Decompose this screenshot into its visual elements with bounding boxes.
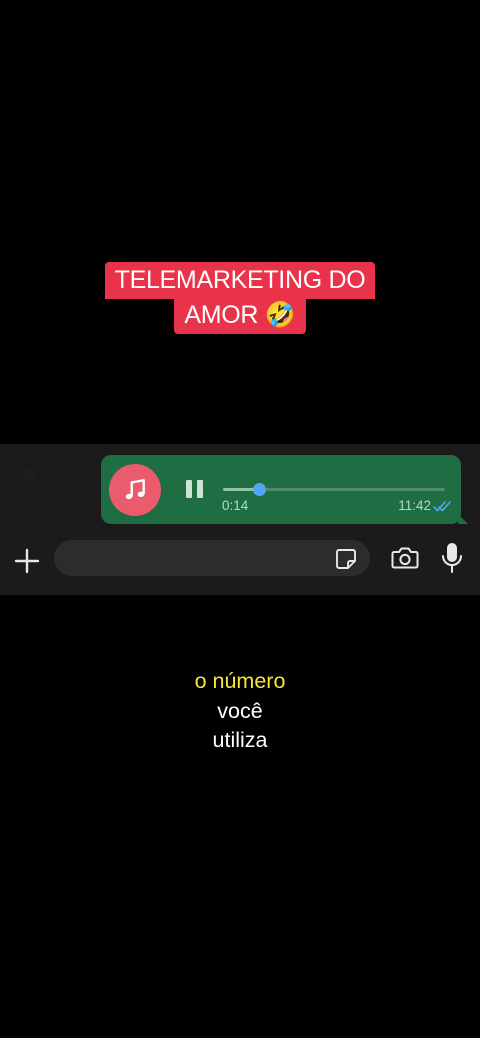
read-receipt-icon xyxy=(433,501,451,512)
subtitle-line-2: você xyxy=(217,698,263,723)
audio-scrubber-handle[interactable] xyxy=(252,483,266,496)
caption-row-1: TELEMARKETING DO xyxy=(0,262,480,299)
audio-duration: 0:14 xyxy=(222,498,249,513)
caption-row-2: AMOR 🤣 xyxy=(0,297,480,334)
message-input-bar xyxy=(0,536,480,595)
camera-icon[interactable] xyxy=(391,545,419,571)
audio-file-avatar xyxy=(109,464,161,516)
chat-screenshot: 0:14 11:42 xyxy=(0,444,480,595)
bubble-tail xyxy=(458,514,468,524)
voice-message-bubble[interactable]: 0:14 11:42 xyxy=(101,455,468,524)
microphone-icon[interactable] xyxy=(440,541,464,575)
video-subtitles: o número você utiliza xyxy=(0,667,480,756)
subtitle-line-3: utiliza xyxy=(212,728,268,752)
caption-line-2: AMOR 🤣 xyxy=(174,297,306,334)
pause-button[interactable] xyxy=(183,480,207,500)
audio-progress-track[interactable] xyxy=(223,483,445,496)
plus-icon[interactable] xyxy=(14,548,40,574)
message-input[interactable] xyxy=(54,540,370,576)
video-caption: TELEMARKETING DO AMOR 🤣 xyxy=(0,262,480,334)
pause-icon-bar-left xyxy=(186,480,192,498)
caption-line-1: TELEMARKETING DO xyxy=(104,262,376,299)
music-note-icon xyxy=(125,479,145,500)
sticker-icon[interactable] xyxy=(334,547,358,571)
subtitle-line-1: o número xyxy=(194,669,286,693)
message-time: 11:42 xyxy=(398,498,431,513)
pause-icon-bar-right xyxy=(197,480,203,498)
